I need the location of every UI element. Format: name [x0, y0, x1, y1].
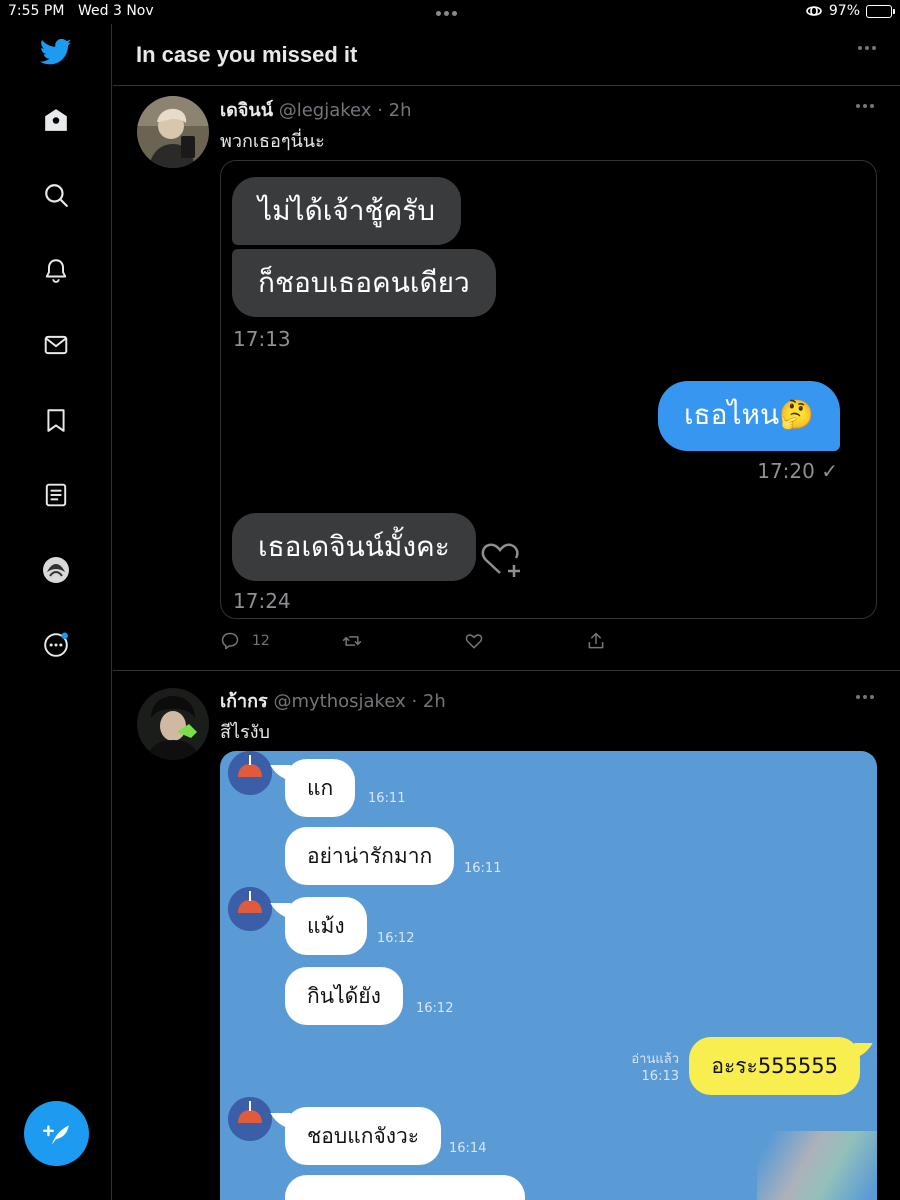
tweet-1[interactable]: เดจินน์ @legjakex · 2h พวกเธอๆนี่นะ ไม่ไ…	[113, 86, 900, 670]
tweet-image[interactable]: ไม่ได้เจ้าชู้ครับ ก็ชอบเธอคนเดียว 17:13 …	[220, 160, 877, 619]
avatar[interactable]	[137, 96, 209, 168]
share-icon	[588, 632, 604, 649]
read-label: อ่านแล้ว	[631, 1052, 679, 1067]
home-icon[interactable]	[40, 104, 72, 136]
chat-timestamp: 16:11	[368, 791, 406, 806]
heart-add-icon	[481, 543, 520, 577]
chat-bubble: แม้ง	[285, 897, 367, 955]
chat-bubble: กินได้ยัง	[285, 967, 403, 1025]
tweet-header: เก้ากร @mythosjakex · 2h	[220, 686, 446, 715]
tweet-header: เดจินน์ @legjakex · 2h	[220, 95, 412, 124]
reply-button[interactable]: 12	[220, 631, 270, 651]
bookmark-icon[interactable]	[40, 404, 72, 436]
chat-bubble: ชอบแกจังวะ	[285, 1107, 442, 1165]
avatar[interactable]	[137, 688, 209, 760]
chat-avatar	[228, 1097, 272, 1141]
author-handle[interactable]: @mythosjakex	[273, 691, 405, 712]
author-handle[interactable]: @legjakex	[279, 100, 372, 121]
chat-bubble: ไม่ได้เจ้าชู้ครับ	[232, 177, 462, 245]
chat-timestamp: 16:12	[416, 1001, 454, 1016]
chat-avatar	[228, 887, 272, 931]
twitter-logo-icon[interactable]	[40, 36, 72, 68]
chat-bubble: อย่าน่ารักมาก	[285, 827, 455, 885]
chat-bubble-partial	[285, 1175, 525, 1200]
chat-bubble: เธอเดจินน์มั้งคะ	[232, 513, 476, 581]
battery-percent: 97%	[828, 3, 860, 19]
glare-decoration	[757, 1131, 877, 1200]
compose-tweet-button[interactable]	[24, 1101, 89, 1166]
link-icon	[806, 6, 822, 16]
chat-avatar	[228, 751, 272, 795]
tweet-2[interactable]: เก้ากร @mythosjakex · 2h สีไรงับ แก 16:1…	[113, 671, 900, 1200]
chat-timestamp: 17:20 ✓	[757, 459, 838, 483]
sidebar-nav	[0, 24, 112, 1200]
chat-timestamp: 17:13	[233, 327, 291, 351]
compose-quill-icon	[42, 1124, 69, 1145]
multitasking-dots-icon[interactable]	[436, 4, 466, 18]
chat-read-status: อ่านแล้ว 16:13	[631, 1051, 679, 1085]
author-name[interactable]: เก้ากร	[220, 691, 268, 712]
header-more-icon[interactable]	[858, 46, 876, 50]
chat-timestamp: 16:14	[449, 1141, 487, 1156]
status-bar: 7:55 PM Wed 3 Nov 97%	[0, 0, 900, 24]
profile-avatar-icon[interactable]	[40, 554, 72, 586]
more-icon[interactable]	[40, 629, 72, 661]
chat-timestamp: 16:13	[641, 1069, 679, 1084]
author-name[interactable]: เดจินน์	[220, 100, 273, 121]
chat-bubble: ก็ชอบเธอคนเดียว	[232, 249, 496, 317]
status-date: Wed 3 Nov	[78, 3, 154, 19]
tweet-image[interactable]: แก 16:11 อย่าน่ารักมาก 16:11 แม้ง 16:12 …	[220, 751, 877, 1200]
retweet-icon	[342, 636, 362, 646]
search-icon[interactable]	[40, 179, 72, 211]
page-header: In case you missed it	[113, 24, 900, 86]
chat-timestamp: 16:11	[464, 861, 502, 876]
tweet-more-icon[interactable]	[856, 695, 874, 699]
chat-timestamp: 16:12	[377, 931, 415, 946]
tweet-time[interactable]: · 2h	[377, 100, 411, 121]
reply-count: 12	[252, 633, 270, 649]
tweet-more-icon[interactable]	[856, 104, 874, 108]
page-title: In case you missed it	[136, 42, 358, 67]
chat-bubble: แก	[285, 759, 356, 817]
tweet-time[interactable]: · 2h	[411, 691, 445, 712]
lists-icon[interactable]	[40, 479, 72, 511]
chat-timestamp: 17:24	[233, 589, 291, 613]
reply-icon	[221, 632, 239, 650]
retweet-button[interactable]	[342, 631, 362, 651]
share-button[interactable]	[586, 631, 606, 651]
chat-bubble: อะระ555555	[689, 1037, 860, 1095]
mail-icon[interactable]	[40, 329, 72, 361]
status-time: 7:55 PM	[8, 3, 65, 19]
tweet-text: สีไรงับ	[220, 722, 270, 743]
heart-icon	[465, 634, 483, 649]
like-button[interactable]	[464, 631, 484, 651]
battery-icon	[866, 4, 895, 18]
bell-icon[interactable]	[40, 254, 72, 286]
tweet-text: พวกเธอๆนี่นะ	[220, 131, 325, 152]
chat-bubble: เธอไหน🤔	[657, 381, 840, 451]
